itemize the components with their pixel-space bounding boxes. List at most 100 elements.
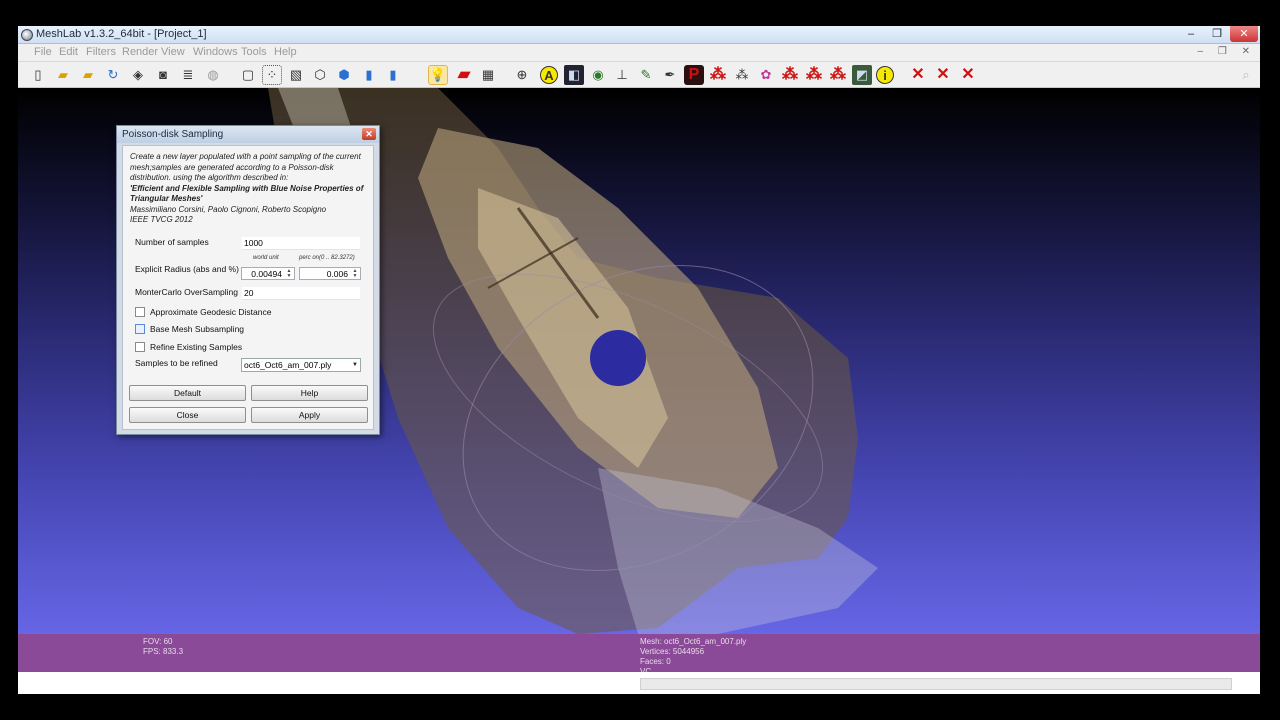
info-overlay: FOV: 60 FPS: 833.3 Mesh: oct6_Oct6_am_00…: [18, 634, 1260, 676]
radius-percent-spinbox[interactable]: 0.006 ▲ ▼: [299, 267, 361, 280]
layers-icon[interactable]: ≣: [178, 65, 198, 85]
new-project-icon[interactable]: ▯: [28, 65, 48, 85]
radius-world-spinbox[interactable]: 0.00494 ▲ ▼: [241, 267, 295, 280]
select-connected-icon[interactable]: ✿: [756, 65, 776, 85]
info-icon[interactable]: i: [876, 66, 894, 84]
meshlab-icon: [21, 29, 33, 41]
samples-to-refine-value: oct6_Oct6_am_007.ply: [244, 360, 332, 370]
smooth-icon[interactable]: ▮: [383, 65, 403, 85]
minimize-button[interactable]: –: [1178, 26, 1204, 42]
menu-filters[interactable]: Filters: [86, 46, 116, 58]
apply-button[interactable]: Apply: [251, 407, 368, 423]
menu-bar: File Edit Filters Render View Windows To…: [18, 44, 1260, 62]
measure-icon[interactable]: ⊥: [612, 65, 632, 85]
base-mesh-subsampling-checkbox[interactable]: [135, 324, 145, 334]
window-title: MeshLab v1.3.2_64bit - [Project_1]: [36, 28, 207, 40]
approx-geodesic-label: Approximate Geodesic Distance: [150, 307, 272, 317]
open-mesh-icon[interactable]: ▰: [78, 65, 98, 85]
paper-venue: IEEE TVCG 2012: [130, 215, 193, 224]
menu-view[interactable]: View: [161, 46, 185, 58]
close-button[interactable]: Close: [129, 407, 246, 423]
color-icon[interactable]: ◧: [564, 65, 584, 85]
export-mesh-icon[interactable]: ◈: [128, 65, 148, 85]
radius-percent-value: 0.006: [326, 269, 348, 279]
base-mesh-subsampling-label: Base Mesh Subsampling: [150, 324, 245, 334]
percent-caption: perc on(0 .. 82.3272): [299, 255, 355, 261]
puppet-icon[interactable]: P: [684, 65, 704, 85]
wireframe-icon[interactable]: ▧: [286, 65, 306, 85]
mdi-window-controls[interactable]: – ❐ ✕: [1198, 46, 1256, 57]
bbox-icon[interactable]: ▢: [238, 65, 258, 85]
reload-icon[interactable]: ↻: [103, 65, 123, 85]
select-vertices-icon[interactable]: ⁂: [780, 65, 800, 85]
approx-geodesic-checkbox[interactable]: [135, 307, 145, 317]
menu-render[interactable]: Render: [122, 46, 158, 58]
delete-faces-icon[interactable]: ✕: [908, 65, 928, 85]
fill-hole-icon[interactable]: ◩: [852, 65, 872, 85]
move-selection-icon[interactable]: ⁂: [828, 65, 848, 85]
refine-existing-label: Refine Existing Samples: [150, 342, 243, 352]
explicit-radius-label: Explicit Radius (abs and %): [135, 264, 239, 274]
select-vertex-icon[interactable]: ◉: [588, 65, 608, 85]
delete-vertices-icon[interactable]: ✕: [933, 65, 953, 85]
align-icon[interactable]: ⁂: [708, 65, 728, 85]
menu-windows[interactable]: Windows: [193, 46, 238, 58]
brush-icon[interactable]: ✒: [660, 65, 680, 85]
menu-edit[interactable]: Edit: [59, 46, 78, 58]
menu-help[interactable]: Help: [274, 46, 297, 58]
vertices-readout: Vertices: 5044956: [640, 647, 705, 656]
points-render-icon[interactable]: ⁘: [262, 65, 282, 85]
dialog-close-button[interactable]: ✕: [362, 128, 376, 140]
view-info: FOV: 60 FPS: 833.3: [143, 637, 183, 657]
paper-authors: Massimiliano Corsini, Paolo Cignoni, Rob…: [130, 204, 327, 214]
open-project-icon[interactable]: ▰: [53, 65, 73, 85]
default-button[interactable]: Default: [129, 385, 246, 401]
texture-icon[interactable]: ▦: [478, 65, 498, 85]
menu-file[interactable]: File: [34, 46, 52, 58]
num-samples-label: Number of samples: [135, 237, 209, 247]
hidden-lines-icon[interactable]: ⬡: [310, 65, 330, 85]
trackball-icon[interactable]: ⊕: [512, 65, 532, 85]
faces-readout: Faces: 0: [640, 657, 671, 666]
montecarlo-input[interactable]: 20: [242, 287, 360, 300]
fov-readout: FOV: 60: [143, 637, 173, 646]
flat-icon[interactable]: ▮: [359, 65, 379, 85]
z-paint-icon[interactable]: ⁂: [804, 65, 824, 85]
samples-to-refine-label: Samples to be refined: [135, 358, 218, 368]
annotation-icon[interactable]: A: [540, 66, 558, 84]
fps-readout: FPS: 833.3: [143, 647, 184, 656]
radius-world-value: 0.00494: [251, 269, 282, 279]
save-icon[interactable]: ◍: [203, 65, 223, 85]
dropdown-arrow-icon: ▼: [352, 362, 358, 368]
paper-title: 'Efficient and Flexible Sampling with Bl…: [130, 183, 364, 204]
paint-icon[interactable]: ✎: [636, 65, 656, 85]
samples-to-refine-select[interactable]: oct6_Oct6_am_007.ply ▼: [241, 358, 361, 372]
poisson-disk-sampling-dialog: Poisson-disk Sampling ✕ Create a new lay…: [116, 125, 380, 435]
menu-tools[interactable]: Tools: [241, 46, 267, 58]
mesh-info: Mesh: oct6_Oct6_am_007.ply Vertices: 504…: [640, 637, 746, 677]
filter-description: Create a new layer populated with a poin…: [130, 152, 370, 226]
search-icon[interactable]: ⌕: [1236, 65, 1256, 85]
snapshot-icon[interactable]: ◙: [153, 65, 173, 85]
maximize-button[interactable]: ❒: [1204, 26, 1230, 42]
dialog-title: Poisson-disk Sampling: [122, 129, 224, 140]
flat-lines-icon[interactable]: ⬢: [334, 65, 354, 85]
status-bar: [18, 672, 1260, 694]
delete-all-icon[interactable]: ✕: [958, 65, 978, 85]
world-unit-caption: world unit: [253, 255, 279, 261]
dialog-title-bar[interactable]: Poisson-disk Sampling ✕: [117, 126, 379, 143]
help-button[interactable]: Help: [251, 385, 368, 401]
toolbar: ▯ ▰ ▰ ↻ ◈ ◙ ≣ ◍ ▢ ⁘ ▧ ⬡ ⬢ ▮ ▮ 💡 ▰ ▦ ⊕ A …: [18, 62, 1260, 88]
description-text: Create a new layer populated with a poin…: [130, 152, 361, 182]
spin-arrows-icon[interactable]: ▲ ▼: [285, 269, 293, 279]
select-faces-icon[interactable]: ⁂: [732, 65, 752, 85]
dialog-body: Create a new layer populated with a poin…: [122, 145, 374, 430]
montecarlo-label: MonterCarlo OverSampling: [135, 287, 238, 297]
spin-arrows-icon[interactable]: ▲ ▼: [351, 269, 359, 279]
backface-icon[interactable]: ▰: [454, 65, 474, 85]
refine-existing-checkbox[interactable]: [135, 342, 145, 352]
title-bar: MeshLab v1.3.2_64bit - [Project_1] – ❒ ✕: [18, 26, 1260, 44]
close-window-button[interactable]: ✕: [1230, 26, 1258, 42]
num-samples-input[interactable]: 1000: [242, 237, 360, 250]
lighting-icon[interactable]: 💡: [428, 65, 448, 85]
